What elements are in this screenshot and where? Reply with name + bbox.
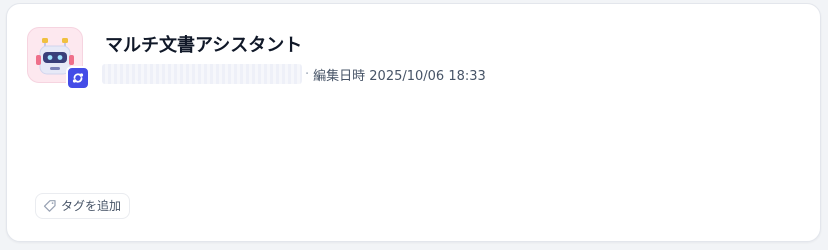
workflow-icon — [72, 73, 84, 83]
app-card[interactable]: マルチ文書アシスタント · 編集日時 2025/10/06 18:33 タグを追… — [6, 3, 821, 242]
add-tag-button[interactable]: タグを追加 — [35, 193, 131, 219]
add-tag-label: タグを追加 — [61, 199, 122, 213]
edited-timestamp: 編集日時 2025/10/06 18:33 — [313, 68, 486, 84]
author-placeholder — [102, 64, 302, 84]
workflow-badge — [66, 66, 90, 90]
app-title[interactable]: マルチ文書アシスタント — [105, 34, 302, 58]
meta-separator: · — [305, 66, 310, 82]
app-meta: · 編集日時 2025/10/06 18:33 — [102, 64, 486, 84]
tag-icon — [43, 200, 56, 212]
